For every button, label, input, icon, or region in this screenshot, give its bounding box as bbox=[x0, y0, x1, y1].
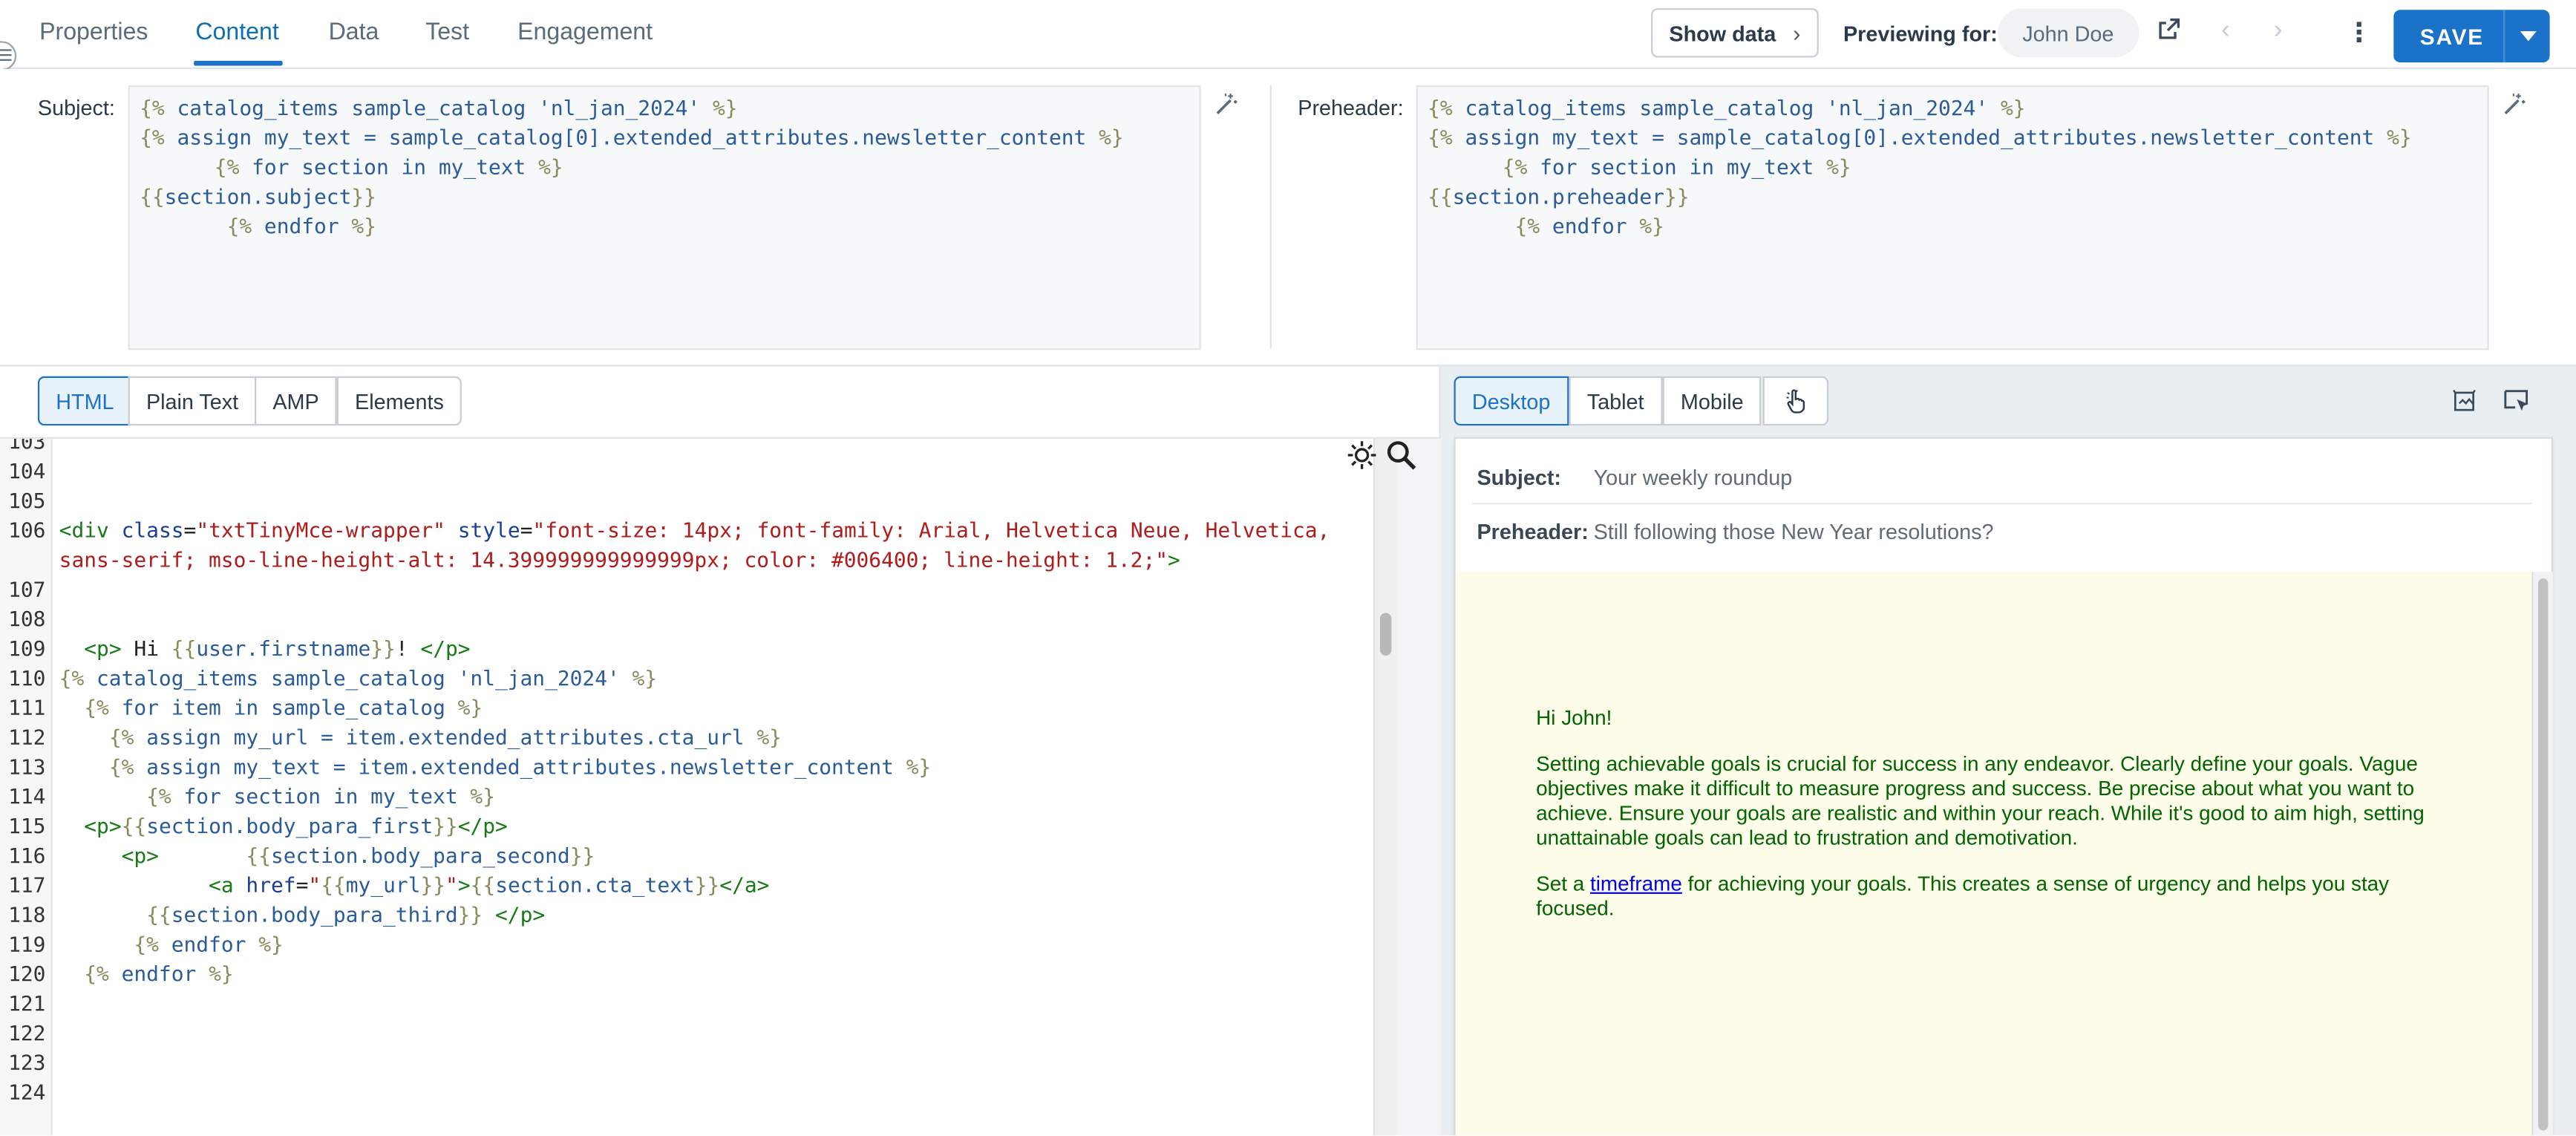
show-data-button[interactable]: Show data › bbox=[1651, 8, 1819, 58]
line-number: 122 bbox=[8, 1020, 46, 1045]
line-number: 105 bbox=[8, 488, 46, 513]
preview-subject-value: Your weekly roundup bbox=[1593, 465, 1793, 490]
greeting-text: Hi John! bbox=[1536, 706, 1612, 730]
line-number: 110 bbox=[8, 665, 46, 691]
tab-content[interactable]: Content bbox=[195, 20, 278, 46]
line-number: 113 bbox=[8, 754, 46, 779]
tab-test[interactable]: Test bbox=[425, 20, 469, 46]
line-number: 111 bbox=[8, 695, 46, 720]
preview-user-select[interactable]: John Doe bbox=[1998, 8, 2139, 58]
subject-preheader-row: Subject: {% catalog_items sample_catalog… bbox=[0, 68, 2576, 367]
code-line: sans-serif; mso-line-height-alt: 14.3999… bbox=[59, 546, 1180, 572]
code-line: {% assign my_text = item.extended_attrib… bbox=[108, 754, 932, 779]
line-number: 120 bbox=[8, 961, 46, 986]
preview-subject-label: Subject: bbox=[1477, 465, 1562, 490]
code-line: {% assign my_url = item.extended_attribu… bbox=[108, 724, 782, 750]
code-line: <div class="txtTinyMce-wrapper" style="f… bbox=[59, 518, 1330, 543]
preview-preheader-value: Still following those New Year resolutio… bbox=[1593, 519, 1994, 544]
timeframe-link[interactable]: timeframe bbox=[1590, 872, 1682, 895]
device-desktop-tab[interactable]: Desktop bbox=[1454, 376, 1569, 426]
code-line: <p> Hi {{user.firstname}}! </p> bbox=[84, 636, 471, 661]
chevron-right-icon: › bbox=[1793, 19, 1801, 46]
mode-elements-tab[interactable]: Elements bbox=[336, 376, 462, 426]
interactive-preview-button[interactable] bbox=[1762, 376, 1829, 426]
line-number: 108 bbox=[8, 606, 46, 631]
preview-scrollbar[interactable] bbox=[2531, 572, 2554, 1136]
mode-plain-text-tab[interactable]: Plain Text bbox=[128, 376, 257, 426]
previous-user-icon[interactable]: ‹ bbox=[2221, 16, 2230, 46]
line-number: 112 bbox=[8, 724, 46, 750]
code-editor[interactable]: 103 104 105 106 <div class="txtTinyMce-wrapp… bbox=[0, 439, 1373, 1135]
line-number: 124 bbox=[8, 1079, 46, 1105]
preheader-label: Preheader: bbox=[1298, 95, 1404, 120]
tab-engagement[interactable]: Engagement bbox=[517, 20, 653, 46]
line-number: 119 bbox=[8, 931, 46, 956]
subject-editor[interactable]: {% catalog_items sample_catalog 'nl_jan_… bbox=[128, 85, 1201, 350]
line-number: 103 bbox=[8, 438, 46, 454]
code-line: {% endfor %} bbox=[134, 931, 284, 956]
save-options-dropdown-icon[interactable] bbox=[2503, 10, 2550, 63]
code-line: <a href="{{my_url}}">{{section.cta_text}… bbox=[209, 872, 770, 898]
tab-data[interactable]: Data bbox=[329, 20, 379, 46]
subject-label: Subject: bbox=[37, 95, 115, 120]
editor-edge bbox=[1396, 438, 1441, 1136]
active-tab-indicator bbox=[194, 60, 283, 66]
divider bbox=[1269, 85, 1272, 349]
code-line: {% for item in sample_catalog %} bbox=[84, 695, 483, 720]
line-number: 116 bbox=[8, 843, 46, 868]
mode-html-tab[interactable]: HTML bbox=[37, 376, 132, 426]
show-data-label: Show data bbox=[1669, 21, 1776, 46]
line-number: 106 bbox=[8, 518, 46, 543]
body-paragraph: Setting achievable goals is crucial for … bbox=[1536, 752, 2425, 850]
scrollbar-thumb[interactable] bbox=[1379, 613, 1392, 656]
mode-amp-tab[interactable]: AMP bbox=[255, 376, 338, 426]
device-tablet-tab[interactable]: Tablet bbox=[1569, 376, 1662, 426]
code-line: {% catalog_items sample_catalog 'nl_jan_… bbox=[59, 665, 658, 691]
magic-wand-icon[interactable] bbox=[1212, 92, 1238, 118]
body-paragraph: Set a timeframe for achieving your goals… bbox=[1536, 872, 2456, 921]
scrollbar-thumb[interactable] bbox=[2538, 578, 2549, 1131]
html-editor-panel: HTML Plain Text AMP Elements 103 104 105 10… bbox=[0, 366, 1441, 1136]
editor-scrollbar[interactable] bbox=[1373, 438, 1397, 1136]
code-line: <p>{{section.body_para_first}}</p> bbox=[84, 813, 508, 838]
line-number: 117 bbox=[8, 872, 46, 898]
line-number: 121 bbox=[8, 990, 46, 1016]
line-number: 115 bbox=[8, 813, 46, 838]
code-line: <p> {{section.body_para_second}} bbox=[121, 843, 595, 868]
code-line: {% for section in my_text %} bbox=[146, 783, 496, 809]
more-options-icon[interactable]: ⋮ bbox=[2346, 16, 2372, 49]
line-number: 123 bbox=[8, 1050, 46, 1075]
external-link-icon[interactable] bbox=[2155, 16, 2181, 42]
line-number: 104 bbox=[8, 458, 46, 483]
tab-properties[interactable]: Properties bbox=[39, 20, 148, 46]
para-text: Set a bbox=[1536, 872, 1590, 896]
code-line: {% endfor %} bbox=[84, 961, 234, 986]
email-body-preview: Hi John! Setting achievable goals is cru… bbox=[1455, 572, 2532, 1136]
line-number: 118 bbox=[8, 901, 46, 927]
line-number: 109 bbox=[8, 636, 46, 661]
cursor-box-icon[interactable] bbox=[2502, 388, 2531, 414]
pointer-hand-icon bbox=[1786, 389, 1805, 414]
app-root: Properties Content Data Test Engagement … bbox=[0, 0, 2576, 1136]
sun-icon[interactable] bbox=[1345, 439, 1378, 471]
device-mobile-tab[interactable]: Mobile bbox=[1662, 376, 1762, 426]
line-number: 107 bbox=[8, 576, 46, 601]
magic-wand-icon[interactable] bbox=[2500, 92, 2526, 118]
preview-preheader-label: Preheader: bbox=[1477, 519, 1589, 544]
previewing-for-label: Previewing for: bbox=[1843, 21, 1998, 46]
image-off-icon[interactable] bbox=[2451, 388, 2477, 414]
save-button[interactable]: SAVE bbox=[2393, 10, 2504, 63]
search-icon[interactable] bbox=[1385, 439, 1418, 471]
divider bbox=[1471, 503, 2532, 505]
preheader-editor[interactable]: {% catalog_items sample_catalog 'nl_jan_… bbox=[1416, 85, 2489, 350]
side-menu-icon[interactable] bbox=[0, 41, 17, 71]
next-user-icon[interactable]: › bbox=[2274, 16, 2283, 46]
top-bar: Properties Content Data Test Engagement … bbox=[0, 0, 2576, 71]
code-line: {{section.body_para_third}} </p> bbox=[146, 901, 546, 927]
line-number: 114 bbox=[8, 783, 46, 809]
